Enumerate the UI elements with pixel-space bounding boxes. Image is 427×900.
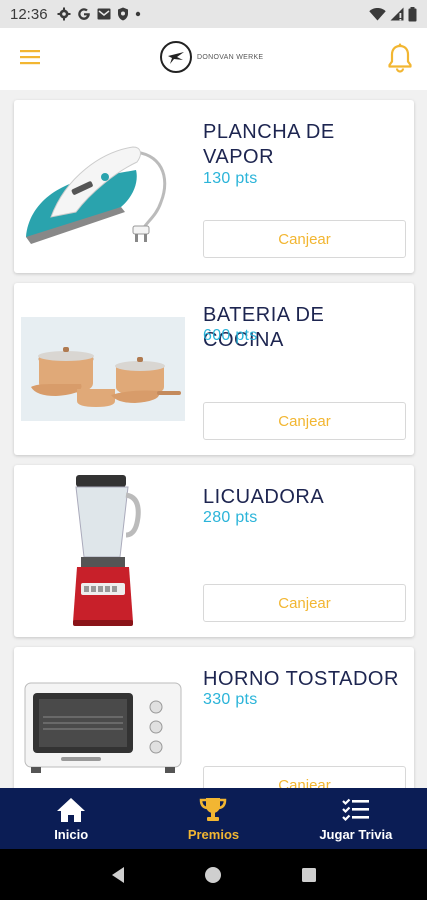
home-circle-icon[interactable]: [203, 865, 223, 885]
product-card: BATERIA DE COCINA 600 pts Canjear: [14, 283, 414, 455]
status-bar: 12:36: [0, 0, 427, 28]
redeem-button[interactable]: Canjear: [203, 402, 406, 440]
product-image: [21, 677, 193, 777]
product-image: [21, 122, 193, 252]
nav-label: Inicio: [54, 827, 89, 842]
product-points: 600 pts: [203, 327, 258, 344]
nav-item-inicio[interactable]: Inicio: [0, 788, 142, 849]
app-header: DONOVAN WERKE: [0, 28, 427, 90]
status-icons-left: [57, 7, 141, 21]
status-right: [369, 6, 417, 22]
hamburger-menu-icon[interactable]: [18, 48, 44, 68]
gear-icon: [57, 7, 71, 21]
dot-icon: [135, 11, 140, 17]
product-points: 280 pts: [203, 509, 258, 526]
shield-icon: [117, 7, 128, 21]
status-time: 12:36: [10, 5, 48, 23]
bell-icon[interactable]: [385, 42, 415, 74]
google-icon: [77, 8, 90, 20]
product-points: 130 pts: [203, 170, 258, 187]
product-title: HORNO TOSTADOR: [203, 668, 399, 690]
back-icon[interactable]: [108, 865, 128, 885]
brand-logo: DONOVAN WERKE: [159, 40, 263, 74]
recents-icon[interactable]: [299, 865, 319, 885]
nav-item-premios[interactable]: Premios: [142, 788, 284, 849]
trophy-icon: [200, 798, 227, 821]
product-title: LICUADORA: [203, 486, 325, 508]
redeem-button[interactable]: Canjear: [203, 584, 406, 622]
home-icon: [57, 798, 86, 822]
nav-label: Premios: [187, 827, 240, 842]
product-image: [21, 475, 193, 630]
logo-mark-icon: [160, 41, 192, 73]
redeem-button[interactable]: Canjear: [203, 220, 406, 258]
nav-label: Jugar Trivia: [319, 827, 393, 842]
checklist-icon: [342, 798, 369, 822]
system-nav-bar: [0, 849, 427, 900]
battery-icon: [408, 6, 417, 21]
product-points: 330 pts: [203, 691, 258, 708]
signal-icon: [390, 7, 404, 21]
product-card: LICUADORA 280 pts Canjear: [14, 465, 414, 637]
nav-item-jugar-trivia[interactable]: Jugar Trivia: [285, 788, 427, 849]
product-title: PLANCHA DE VAPOR: [203, 121, 335, 168]
redeem-button[interactable]: Canjear: [203, 766, 406, 788]
product-card: HORNO TOSTADOR 330 pts Canjear: [14, 647, 414, 788]
logo-text: DONOVAN WERKE: [197, 53, 264, 61]
rewards-list[interactable]: PLANCHA DE VAPOR 130 pts Canjear BATERIA…: [0, 90, 427, 788]
status-left: 12:36: [10, 6, 141, 23]
wifi-icon: [369, 7, 386, 20]
product-image: [21, 317, 193, 421]
product-card: PLANCHA DE VAPOR 130 pts Canjear: [14, 100, 414, 273]
gmail-icon: [97, 8, 111, 20]
bottom-nav: Inicio Premios Jugar Trivia: [0, 788, 427, 849]
